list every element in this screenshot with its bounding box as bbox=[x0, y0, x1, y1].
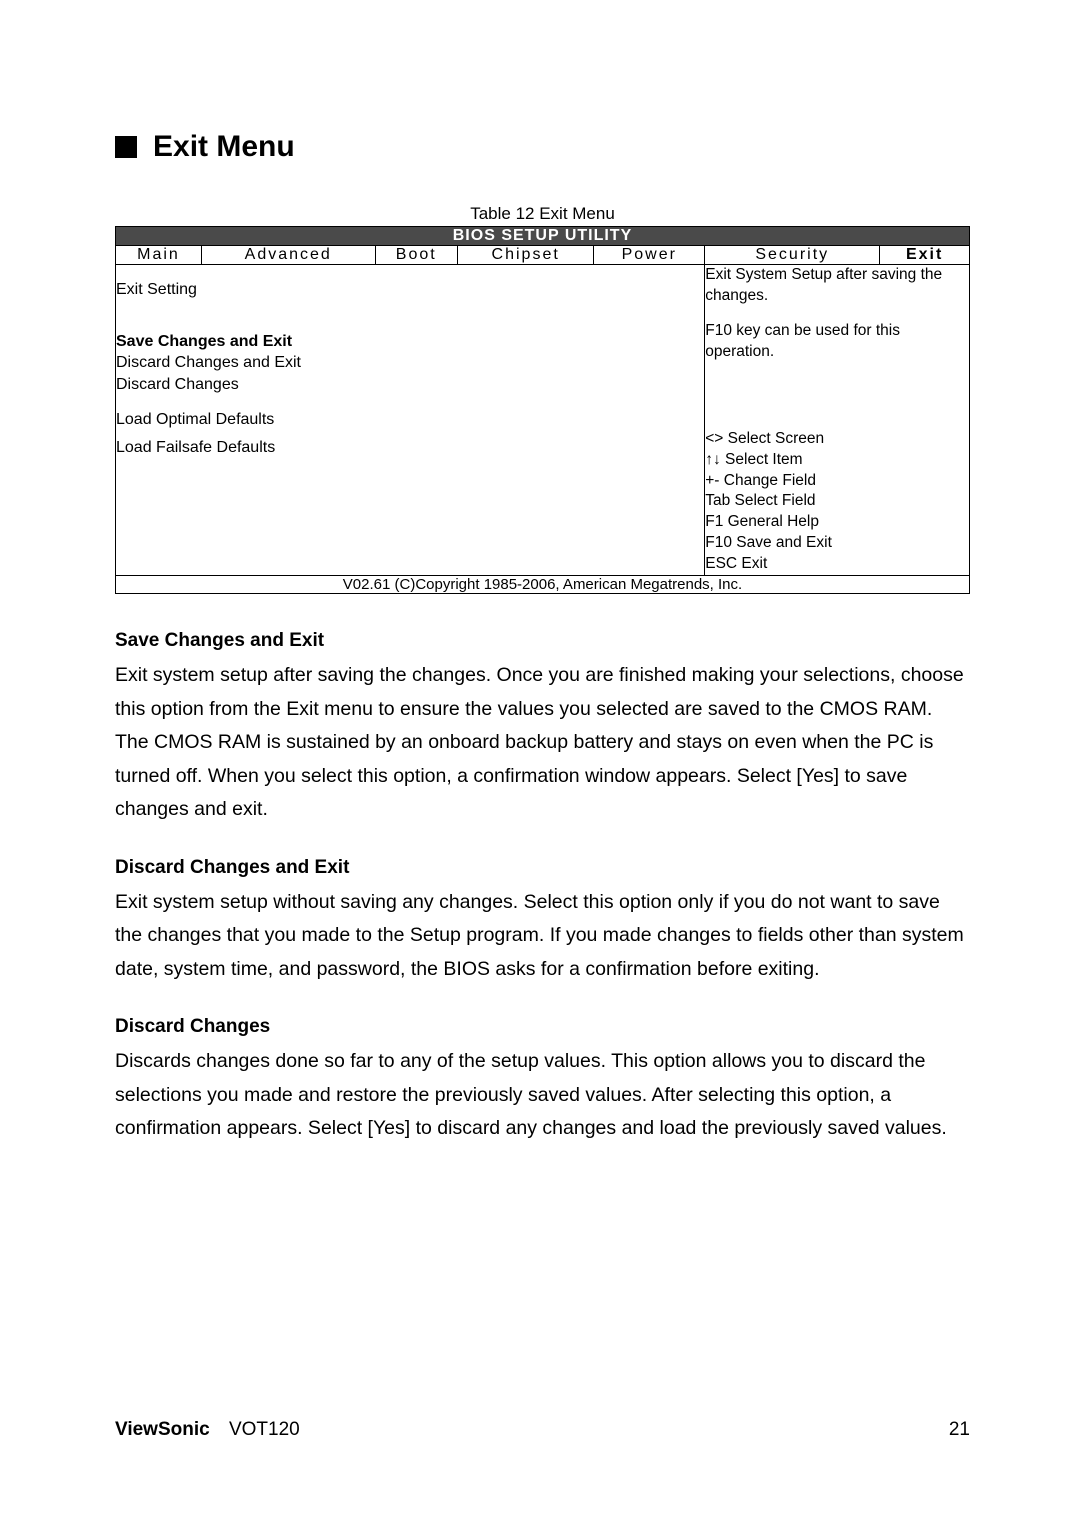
footer-model: VOT120 bbox=[229, 1419, 300, 1440]
heading-discard-changes: Discard Changes bbox=[115, 1016, 970, 1038]
tab-exit[interactable]: Exit bbox=[880, 246, 970, 265]
discard-changes-and-exit-item[interactable]: Discard Changes and Exit bbox=[116, 352, 704, 374]
bios-utility-header: BIOS SETUP UTILITY bbox=[116, 227, 970, 246]
para-save-changes-and-exit: Exit system setup after saving the chang… bbox=[115, 659, 970, 827]
bullet-square-icon bbox=[115, 136, 137, 158]
table-caption: Table 12 Exit Menu bbox=[115, 204, 970, 224]
load-optimal-defaults-item[interactable]: Load Optimal Defaults bbox=[116, 409, 704, 431]
footer-left: ViewSonic VOT120 bbox=[115, 1419, 300, 1441]
help-desc-1: Exit System Setup after saving the chang… bbox=[705, 265, 969, 307]
hint-change-field: +- Change Field bbox=[705, 471, 969, 492]
section-title: Exit Menu bbox=[115, 130, 970, 164]
save-changes-and-exit-item[interactable]: Save Changes and Exit bbox=[116, 331, 704, 353]
bios-left-panel: Exit Setting Save Changes and Exit Disca… bbox=[116, 265, 705, 576]
tab-boot[interactable]: Boot bbox=[375, 246, 458, 265]
heading-discard-changes-and-exit: Discard Changes and Exit bbox=[115, 857, 970, 879]
footer-page-number: 21 bbox=[949, 1419, 970, 1441]
para-discard-changes: Discards changes done so far to any of t… bbox=[115, 1045, 970, 1146]
hint-esc-exit: ESC Exit bbox=[705, 554, 969, 575]
bios-tab-row: Main Advanced Boot Chipset Power Securit… bbox=[116, 246, 970, 265]
section-title-text: Exit Menu bbox=[153, 130, 295, 164]
hint-select-item: ↑↓ Select Item bbox=[705, 450, 969, 471]
hint-general-help: F1 General Help bbox=[705, 512, 969, 533]
tab-advanced[interactable]: Advanced bbox=[201, 246, 375, 265]
hint-save-exit: F10 Save and Exit bbox=[705, 533, 969, 554]
bios-setup-table: BIOS SETUP UTILITY Main Advanced Boot Ch… bbox=[115, 226, 970, 594]
para-discard-changes-and-exit: Exit system setup without saving any cha… bbox=[115, 886, 970, 987]
tab-main[interactable]: Main bbox=[116, 246, 202, 265]
hint-tab-select-field: Tab Select Field bbox=[705, 491, 969, 512]
exit-setting-label: Exit Setting bbox=[116, 279, 704, 301]
hint-select-screen: <> Select Screen bbox=[705, 429, 969, 450]
page-footer: ViewSonic VOT120 21 bbox=[115, 1419, 970, 1441]
footer-brand: ViewSonic bbox=[115, 1419, 210, 1440]
bios-copyright: V02.61 (C)Copyright 1985-2006, American … bbox=[116, 576, 970, 594]
bios-right-panel: Exit System Setup after saving the chang… bbox=[705, 265, 970, 576]
tab-power[interactable]: Power bbox=[594, 246, 705, 265]
help-desc-2: F10 key can be used for this operation. bbox=[705, 321, 969, 363]
discard-changes-item[interactable]: Discard Changes bbox=[116, 374, 704, 396]
load-failsafe-defaults-item[interactable]: Load Failsafe Defaults bbox=[116, 437, 704, 459]
tab-security[interactable]: Security bbox=[705, 246, 880, 265]
heading-save-changes-and-exit: Save Changes and Exit bbox=[115, 630, 970, 652]
tab-chipset[interactable]: Chipset bbox=[458, 246, 594, 265]
